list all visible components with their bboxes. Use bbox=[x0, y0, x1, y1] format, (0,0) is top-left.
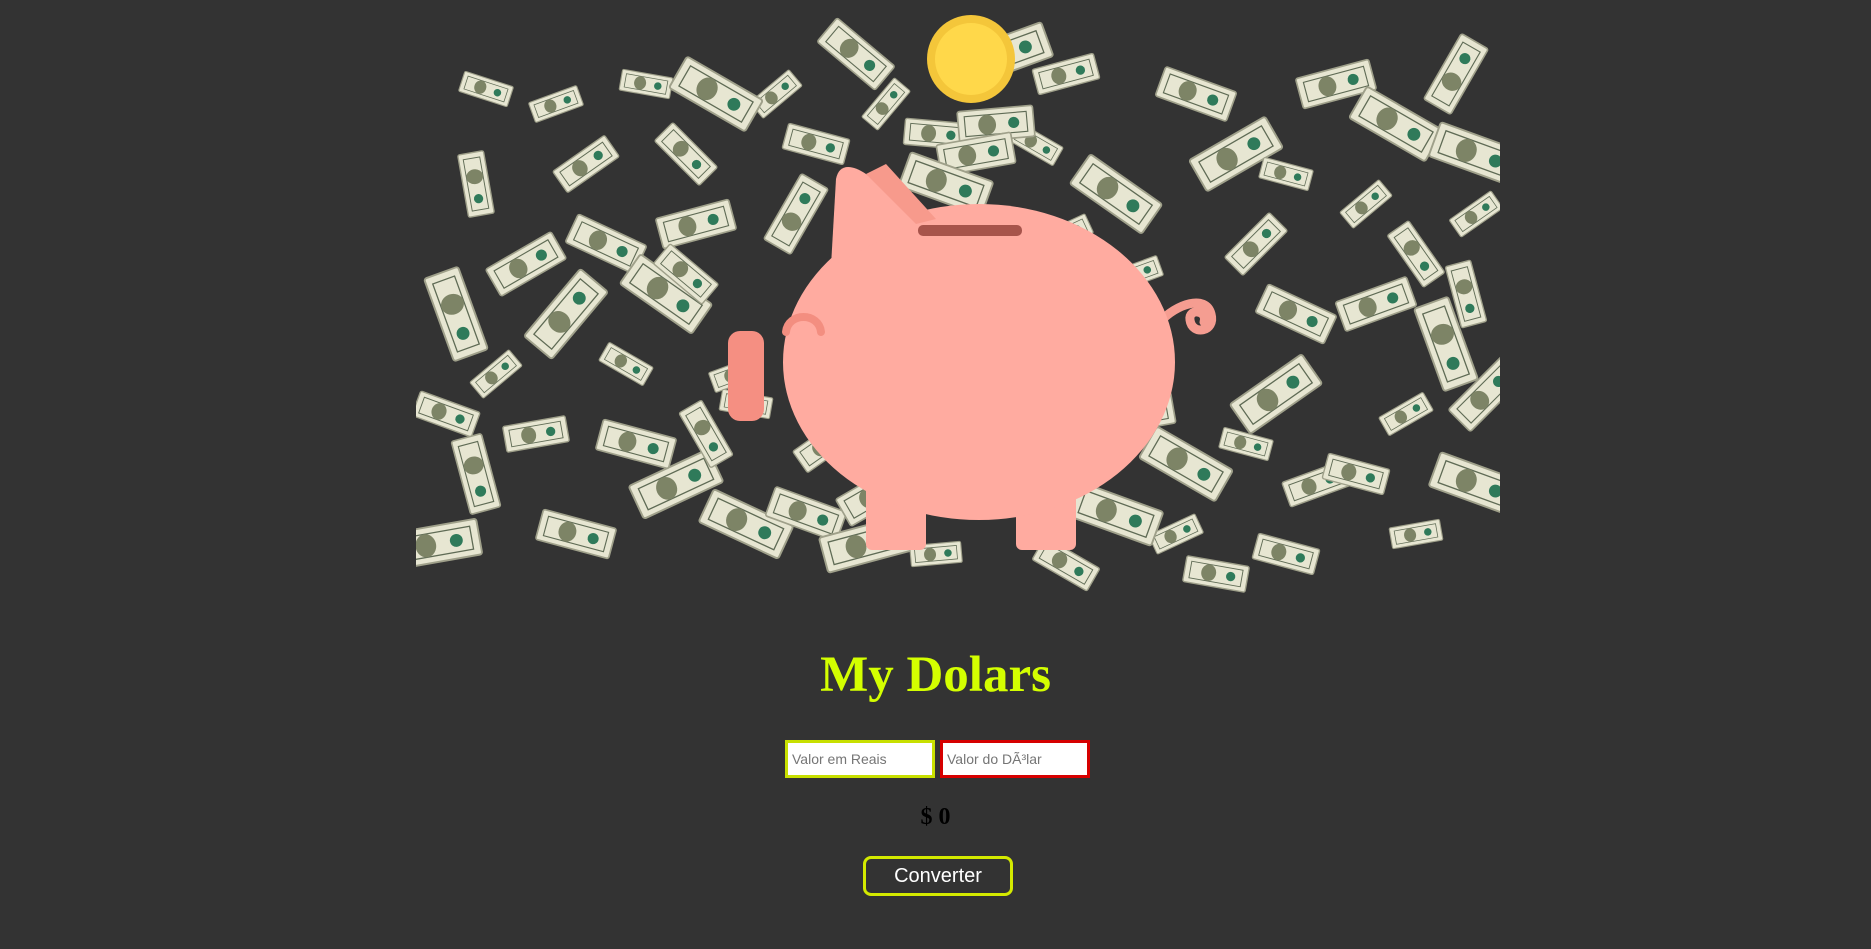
dollar-bill-icon bbox=[1218, 426, 1274, 462]
reais-input[interactable] bbox=[785, 740, 935, 778]
dollar-bill-icon bbox=[618, 68, 674, 100]
dollar-bill-icon bbox=[501, 414, 571, 454]
dollar-bill-icon bbox=[423, 265, 489, 363]
dollar-bill-icon bbox=[762, 172, 830, 256]
dollar-bill-icon bbox=[1251, 532, 1321, 576]
dollar-bill-icon bbox=[1388, 518, 1444, 550]
dollar-bill-icon bbox=[1254, 283, 1338, 345]
dollar-bill-icon bbox=[416, 390, 481, 438]
dollar-bill-icon bbox=[668, 55, 764, 133]
dollar-bill-icon bbox=[1427, 451, 1500, 517]
dollar-bill-icon bbox=[598, 341, 654, 387]
dollar-bill-icon bbox=[1334, 275, 1418, 333]
dollar-bill-icon bbox=[450, 432, 502, 516]
dollar-bill-icon bbox=[1228, 353, 1324, 435]
dollar-bill-icon bbox=[1138, 425, 1234, 503]
conversion-result: $ 0 bbox=[920, 804, 951, 830]
piggy-bank-illustration bbox=[416, 15, 1500, 594]
dollar-bill-icon bbox=[456, 149, 496, 219]
dollar-bill-icon bbox=[1378, 391, 1434, 437]
dollar-bill-icon bbox=[484, 230, 568, 298]
dollar-bill-icon bbox=[594, 418, 678, 470]
currency-inputs bbox=[785, 740, 1090, 778]
dollar-bill-icon bbox=[1386, 219, 1446, 289]
dollar-bill-icon bbox=[551, 134, 621, 194]
dollar-bill-icon bbox=[527, 84, 585, 124]
dollar-bill-icon bbox=[523, 267, 609, 361]
dollar-bill-icon bbox=[457, 70, 515, 108]
dollar-bill-icon bbox=[1181, 554, 1251, 594]
hero-illustration bbox=[416, 14, 1500, 614]
dollar-bill-icon bbox=[1258, 156, 1314, 192]
dollar-bill-icon bbox=[1448, 190, 1500, 238]
dollar-bill-icon bbox=[1154, 65, 1238, 123]
convert-button[interactable]: Converter bbox=[863, 856, 1013, 896]
dollar-bill-icon bbox=[469, 349, 523, 399]
page-title: My Dolars bbox=[820, 647, 1051, 703]
coin-icon bbox=[927, 15, 1015, 103]
dollar-bill-icon bbox=[534, 508, 618, 560]
dollar-bill-icon bbox=[654, 198, 738, 250]
dollar-bill-icon bbox=[816, 17, 896, 91]
dollar-bill-icon bbox=[1427, 121, 1500, 187]
dollar-bill-icon bbox=[1223, 211, 1289, 277]
dollar-bill-icon bbox=[653, 121, 719, 187]
dollar-bill-icon bbox=[416, 517, 484, 571]
dolar-input[interactable] bbox=[940, 740, 1090, 778]
dollar-bill-icon bbox=[1422, 32, 1490, 116]
dollar-bill-icon bbox=[1339, 179, 1393, 229]
dollar-bill-icon bbox=[781, 122, 851, 166]
